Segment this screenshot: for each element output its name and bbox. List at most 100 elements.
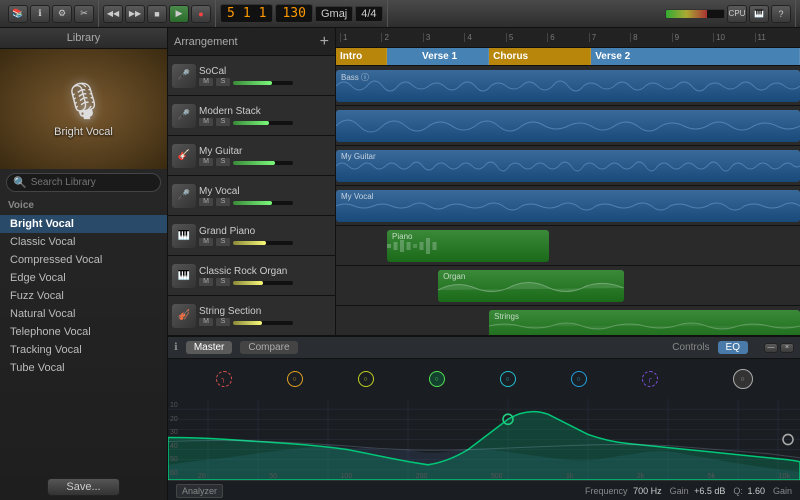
solo-btn-string-section[interactable]: S <box>216 318 230 326</box>
info-btn[interactable]: ℹ <box>30 5 50 23</box>
track-row-my-guitar: 🎸 My Guitar M S <box>168 136 335 176</box>
voice-item-edge-vocal[interactable]: Edge Vocal <box>0 269 167 287</box>
forward-btn[interactable]: ▶▶ <box>125 5 145 23</box>
freq-label-2k: 2k <box>637 473 644 480</box>
track-lane-modern-stack <box>336 106 800 146</box>
eq-band-5[interactable]: ○ <box>500 371 516 387</box>
voice-item-telephone-vocal[interactable]: Telephone Vocal <box>0 323 167 341</box>
track-header-top: Arrangement + <box>168 28 335 56</box>
eq-band-6[interactable]: ○ <box>571 371 587 387</box>
clip-socal[interactable]: Bass ⓘ <box>336 70 800 102</box>
voice-item-fuzz-vocal[interactable]: Fuzz Vocal <box>0 287 167 305</box>
timeline: 1 2 3 4 5 6 7 8 9 10 11 Intro <box>336 28 800 335</box>
eq-tab-eq[interactable]: EQ <box>718 341 748 354</box>
mute-btn-socal[interactable]: M <box>199 78 213 86</box>
db-label-30: 30 <box>170 429 178 436</box>
eq-band-2[interactable]: ○ <box>287 371 303 387</box>
timeline-ruler: 1 2 3 4 5 6 7 8 9 10 11 <box>336 28 800 48</box>
record-btn[interactable]: ● <box>191 5 211 23</box>
help-btn[interactable]: ? <box>771 5 791 23</box>
section-intro[interactable]: Intro <box>336 48 387 65</box>
mute-btn-my-vocal[interactable]: M <box>199 198 213 206</box>
fader-classic-rock-organ[interactable] <box>233 281 293 285</box>
main-area: Library 🎙 Bright Vocal 🔍 Voice Bright Vo… <box>0 28 800 500</box>
search-icon: 🔍 <box>13 176 27 189</box>
track-icon-socal: 🎤 <box>172 64 196 88</box>
q-label: Q: <box>733 486 743 496</box>
eq-band-3[interactable]: ○ <box>358 371 374 387</box>
solo-btn-my-guitar[interactable]: S <box>216 158 230 166</box>
mute-btn-my-guitar[interactable]: M <box>199 158 213 166</box>
solo-btn-socal[interactable]: S <box>216 78 230 86</box>
solo-btn-my-vocal[interactable]: S <box>216 198 230 206</box>
settings-btn[interactable]: ⚙ <box>52 5 72 23</box>
clip-my-guitar[interactable]: My Guitar <box>336 150 800 182</box>
voice-item-tube-vocal[interactable]: Tube Vocal <box>0 359 167 377</box>
search-bar[interactable]: 🔍 <box>6 173 161 192</box>
waveform-classic-rock-organ <box>438 270 624 302</box>
voice-item-classic-vocal[interactable]: Classic Vocal <box>0 233 167 251</box>
clip-string-section[interactable]: Strings <box>489 310 800 335</box>
play-btn[interactable]: ▶ <box>169 5 189 23</box>
track-icon-grand-piano: 🎹 <box>172 224 196 248</box>
clip-my-vocal[interactable]: My Vocal <box>336 190 800 222</box>
fader-socal[interactable] <box>233 81 293 85</box>
eq-info: Frequency 700 Hz Gain +6.5 dB Q: 1.60 Ga… <box>585 486 792 496</box>
library-btn[interactable]: 📚 <box>8 5 28 23</box>
voice-item-natural-vocal[interactable]: Natural Vocal <box>0 305 167 323</box>
ruler-mark-5: 5 <box>506 33 547 42</box>
save-button[interactable]: Save... <box>47 478 119 496</box>
eq-tab-master[interactable]: Master <box>186 341 233 354</box>
track-name-grand-piano: Grand Piano <box>199 226 331 237</box>
toolbar-left-controls: 📚 ℹ ⚙ ✂ <box>4 0 99 27</box>
track-row-my-vocal: 🎤 My Vocal M S <box>168 176 335 216</box>
track-row-modern-stack: 🎤 Modern Stack M S <box>168 96 335 136</box>
solo-btn-grand-piano[interactable]: S <box>216 238 230 246</box>
track-icon-classic-rock-organ: 🎹 <box>172 264 196 288</box>
time-sig-display[interactable]: 4/4 <box>355 6 382 22</box>
cpu-btn[interactable]: CPU <box>727 5 747 23</box>
solo-btn-modern-stack[interactable]: S <box>216 118 230 126</box>
eq-close-btn[interactable]: × <box>780 343 794 353</box>
mute-btn-modern-stack[interactable]: M <box>199 118 213 126</box>
mute-btn-grand-piano[interactable]: M <box>199 238 213 246</box>
ruler-mark-8: 8 <box>630 33 671 42</box>
fader-modern-stack[interactable] <box>233 121 293 125</box>
midi-btn[interactable]: 🎹 <box>749 5 769 23</box>
mute-btn-classic-rock-organ[interactable]: M <box>199 278 213 286</box>
fader-my-vocal[interactable] <box>233 201 293 205</box>
tools-btn[interactable]: ✂ <box>74 5 94 23</box>
search-input[interactable] <box>31 177 154 188</box>
voice-item-compressed-vocal[interactable]: Compressed Vocal <box>0 251 167 269</box>
tempo-display[interactable]: 130 <box>275 4 312 23</box>
eq-band-gain[interactable]: ○ <box>733 369 753 389</box>
analyzer-button[interactable]: Analyzer <box>176 484 223 498</box>
rewind-btn[interactable]: ◀◀ <box>103 5 123 23</box>
voice-item-tracking-vocal[interactable]: Tracking Vocal <box>0 341 167 359</box>
fader-string-section[interactable] <box>233 321 293 325</box>
eq-minimize-btn[interactable]: — <box>764 343 778 353</box>
eq-band-1[interactable]: ╮ <box>216 371 232 387</box>
clip-modern-stack[interactable] <box>336 110 800 142</box>
add-track-btn[interactable]: + <box>320 33 329 51</box>
eq-band-4[interactable]: ○ <box>429 371 445 387</box>
clip-grand-piano[interactable]: Piano <box>387 230 549 262</box>
track-row-socal: 🎤 SoCal M S <box>168 56 335 96</box>
key-display[interactable]: Gmaj <box>315 6 353 22</box>
voice-item-bright-vocal[interactable]: Bright Vocal <box>0 215 167 233</box>
fader-grand-piano[interactable] <box>233 241 293 245</box>
stop-btn[interactable]: ■ <box>147 5 167 23</box>
track-lane-string-section: Strings <box>336 306 800 335</box>
section-verse1[interactable]: Verse 1 <box>387 48 489 65</box>
eq-controls-label[interactable]: Controls <box>672 342 709 353</box>
eq-tab-compare[interactable]: Compare <box>240 341 297 354</box>
clip-classic-rock-organ[interactable]: Organ <box>438 270 624 302</box>
eq-band-7[interactable]: ╭ <box>642 371 658 387</box>
fader-my-guitar[interactable] <box>233 161 293 165</box>
section-verse2[interactable]: Verse 2 <box>591 48 800 65</box>
waveform-string-section <box>489 310 800 335</box>
section-chorus[interactable]: Chorus <box>489 48 591 65</box>
solo-btn-classic-rock-organ[interactable]: S <box>216 278 230 286</box>
waveform-my-vocal <box>336 190 800 222</box>
mute-btn-string-section[interactable]: M <box>199 318 213 326</box>
